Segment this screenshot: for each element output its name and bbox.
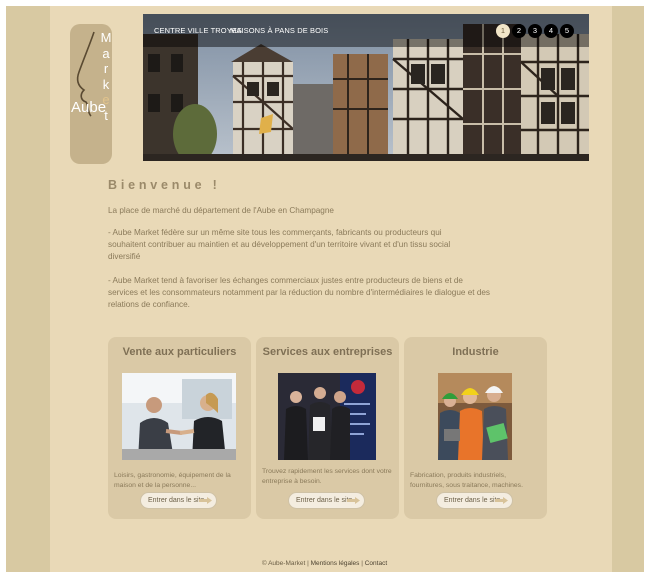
- enter-site-button[interactable]: Entrer dans le site: [140, 492, 217, 509]
- enter-site-button-label: Entrer dans le site: [296, 497, 353, 504]
- arrow-right-icon: [495, 497, 508, 504]
- footer-link-contact[interactable]: Contact: [365, 560, 387, 567]
- arrow-right-icon: [347, 497, 360, 504]
- card-title: Services aux entreprises: [262, 346, 393, 358]
- logo-letter: t: [104, 107, 108, 123]
- slide-dot-1[interactable]: 1: [496, 24, 510, 38]
- footer-link-legal[interactable]: Mentions légales: [311, 560, 360, 567]
- card-industrie: Industrie Fabrication, produits industri…: [404, 337, 547, 519]
- slide-dot-2[interactable]: 2: [512, 24, 526, 38]
- card-description: Loisirs, gastronomie, équipement de la m…: [114, 472, 231, 489]
- aube-market-logo[interactable]: Aube M a r k e t: [70, 24, 112, 164]
- banner-nav-bar: CENTRE VILLE TROYES MAISONS À PANS DE BO…: [143, 14, 589, 47]
- enter-site-button[interactable]: Entrer dans le site: [436, 492, 513, 509]
- intro-paragraph-1: - Aube Market fédère sur un même site to…: [108, 228, 451, 261]
- logo-vertical-letters: M a r k e t: [99, 30, 112, 123]
- business-people-photo: [278, 373, 376, 460]
- card-title: Vente aux particuliers: [122, 346, 237, 358]
- arrow-right-icon: [199, 497, 212, 504]
- enter-site-button-label: Entrer dans le site: [148, 497, 205, 504]
- card-description: Trouvez rapidement les services dont vot…: [262, 468, 392, 485]
- slide-dot-4[interactable]: 4: [544, 24, 558, 38]
- footer: © Aube-Market | Mentions légales | Conta…: [0, 560, 649, 567]
- logo-letter: r: [103, 61, 109, 76]
- logo-letter: e: [102, 92, 110, 107]
- hero-banner: CENTRE VILLE TROYES MAISONS À PANS DE BO…: [143, 14, 589, 161]
- slide-dot-5[interactable]: 5: [560, 24, 574, 38]
- handshake-photo: [122, 373, 236, 460]
- nav-link-maisons-pans-de-bois[interactable]: MAISONS À PANS DE BOIS: [230, 26, 328, 35]
- enter-site-button-label: Entrer dans le site: [444, 497, 501, 504]
- footer-separator: |: [361, 560, 363, 567]
- industrial-workers-photo: [438, 373, 512, 460]
- nav-link-centre-ville[interactable]: CENTRE VILLE TROYES: [154, 26, 242, 35]
- logo-letter: M: [100, 30, 112, 45]
- card-vente-particuliers: Vente aux particuliers Loisirs, gastrono…: [108, 337, 251, 519]
- card-description: Fabrication, produits industriels, fourn…: [410, 472, 523, 489]
- tagline: La place de marché du département de l'A…: [108, 206, 334, 215]
- card-services-entreprises: Services aux entreprises Trouvez rapidem…: [256, 337, 399, 519]
- logo-letter: k: [102, 76, 110, 92]
- slide-dot-3[interactable]: 3: [528, 24, 542, 38]
- page-title: Bienvenue !: [108, 178, 221, 192]
- footer-copyright: © Aube-Market |: [261, 560, 309, 567]
- enter-site-button[interactable]: Entrer dans le site: [288, 492, 365, 509]
- logo-letter: a: [102, 45, 110, 61]
- card-title: Industrie: [452, 346, 499, 358]
- intro-paragraph-2: - Aube Market tend à favoriser les échan…: [108, 276, 491, 309]
